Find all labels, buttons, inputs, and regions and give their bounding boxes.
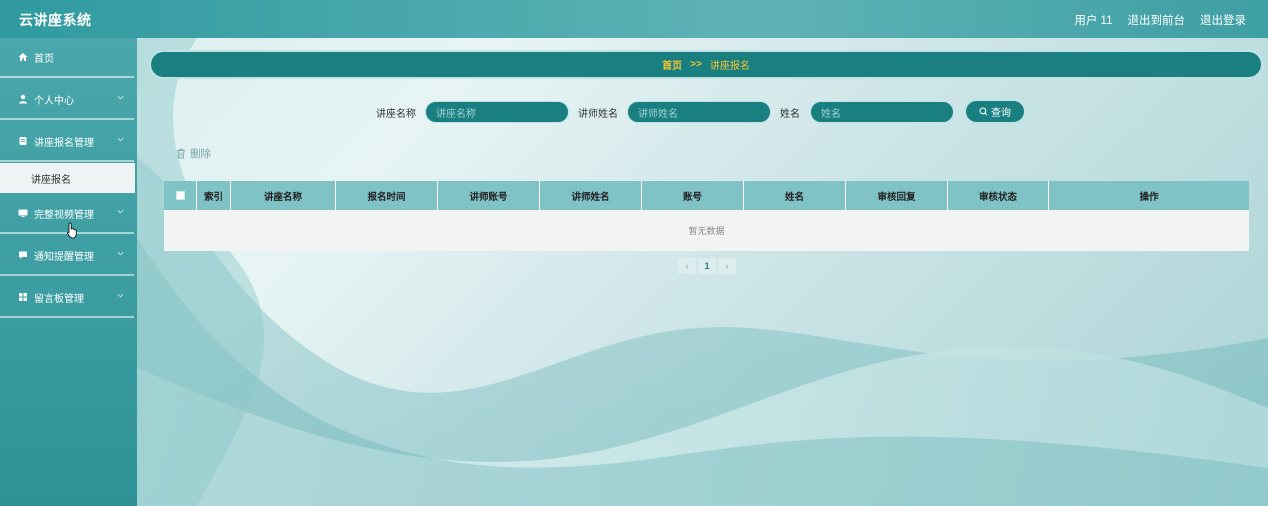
lecture-name-label: 讲座名称 — [376, 109, 416, 120]
column-header: 姓名 — [744, 181, 846, 210]
logout-link[interactable]: 退出登录 — [1200, 12, 1246, 28]
message-icon — [17, 250, 28, 261]
top-links: 用户 11 退出到前台 退出登录 — [1074, 12, 1246, 28]
sidebar-item-lecture-signup[interactable]: 讲座报名管理 — [0, 122, 134, 162]
sidebar-item-label: 完整视频管理 — [34, 209, 94, 221]
breadcrumb-current: 讲座报名 — [709, 61, 750, 72]
table-header: 索引 讲座名称 报名时间 讲师账号 讲师姓名 账号 姓名 审核回复 审核状态 操… — [164, 181, 1249, 210]
data-table: 索引 讲座名称 报名时间 讲师账号 讲师姓名 账号 姓名 审核回复 审核状态 操… — [164, 181, 1249, 251]
delete-button[interactable]: 删除 — [176, 146, 211, 161]
select-all-checkbox[interactable] — [175, 191, 185, 200]
page-number-button[interactable]: 1 — [698, 258, 716, 274]
chevron-down-icon — [117, 209, 124, 214]
chevron-down-icon — [117, 137, 124, 142]
column-header: 审核状态 — [948, 181, 1049, 210]
sidebar: 首页 个人中心 讲座报名管理 讲座报名 完整视频管理 通知提醒管理 留言板管理 — [0, 38, 137, 506]
grid-icon — [17, 292, 28, 303]
sidebar-item-label: 个人中心 — [34, 95, 74, 107]
prev-page-button[interactable]: ‹ — [678, 258, 696, 274]
sidebar-subitem-lecture-signup[interactable]: 讲座报名 — [0, 163, 135, 193]
app-title: 云讲座系统 — [19, 12, 92, 28]
column-header: 账号 — [642, 181, 744, 210]
sidebar-item-notice[interactable]: 通知提醒管理 — [0, 236, 134, 276]
home-icon — [17, 52, 28, 63]
sidebar-item-profile[interactable]: 个人中心 — [0, 80, 134, 120]
search-button-label: 查询 — [991, 108, 1011, 119]
column-header: 讲师姓名 — [540, 181, 642, 210]
breadcrumb: 首页 >> 讲座报名 — [149, 50, 1263, 79]
pagination: ‹ 1 › — [678, 258, 736, 274]
document-icon — [17, 136, 28, 147]
column-header: 审核回复 — [846, 181, 948, 210]
sidebar-item-board[interactable]: 留言板管理 — [0, 278, 134, 318]
table-empty-message: 暂无数据 — [164, 210, 1249, 251]
sidebar-item-home[interactable]: 首页 — [0, 38, 134, 78]
search-bar: 讲座名称 讲座名称 讲师姓名 讲师姓名 姓名 姓名 查询 — [0, 99, 1268, 124]
lecturer-name-input[interactable]: 讲师姓名 — [627, 101, 771, 123]
lecture-name-input[interactable]: 讲座名称 — [425, 101, 569, 123]
breadcrumb-home[interactable]: 首页 — [662, 57, 682, 72]
column-header: 索引 — [197, 181, 231, 210]
name-input[interactable]: 姓名 — [810, 101, 954, 123]
select-all-cell — [164, 181, 197, 210]
trash-icon — [177, 148, 185, 159]
mouse-cursor-icon — [67, 222, 77, 239]
sidebar-item-label: 通知提醒管理 — [34, 251, 94, 263]
column-header: 操作 — [1139, 191, 1159, 203]
sidebar-item-label: 留言板管理 — [34, 293, 84, 305]
chevron-down-icon — [117, 293, 124, 298]
column-header: 报名时间 — [336, 181, 438, 210]
monitor-icon — [17, 208, 28, 219]
search-button[interactable]: 查询 — [964, 99, 1026, 124]
top-bar: 云讲座系统 用户 11 退出到前台 退出登录 — [0, 0, 1268, 38]
user-icon — [17, 94, 28, 105]
column-header: 讲师账号 — [438, 181, 540, 210]
next-page-button[interactable]: › — [718, 258, 736, 274]
breadcrumb-separator: >> — [690, 59, 702, 70]
chevron-down-icon — [117, 251, 124, 256]
column-header: 讲座名称 — [231, 181, 336, 210]
sidebar-item-label: 首页 — [34, 53, 54, 65]
front-link[interactable]: 退出到前台 — [1128, 12, 1186, 28]
lecturer-name-label: 讲师姓名 — [578, 109, 618, 120]
name-label: 姓名 — [780, 109, 800, 120]
search-icon — [979, 107, 988, 116]
user-label[interactable]: 用户 11 — [1074, 12, 1112, 28]
chevron-down-icon — [117, 95, 124, 100]
delete-label: 删除 — [190, 148, 211, 160]
sidebar-item-label: 讲座报名管理 — [34, 137, 94, 149]
